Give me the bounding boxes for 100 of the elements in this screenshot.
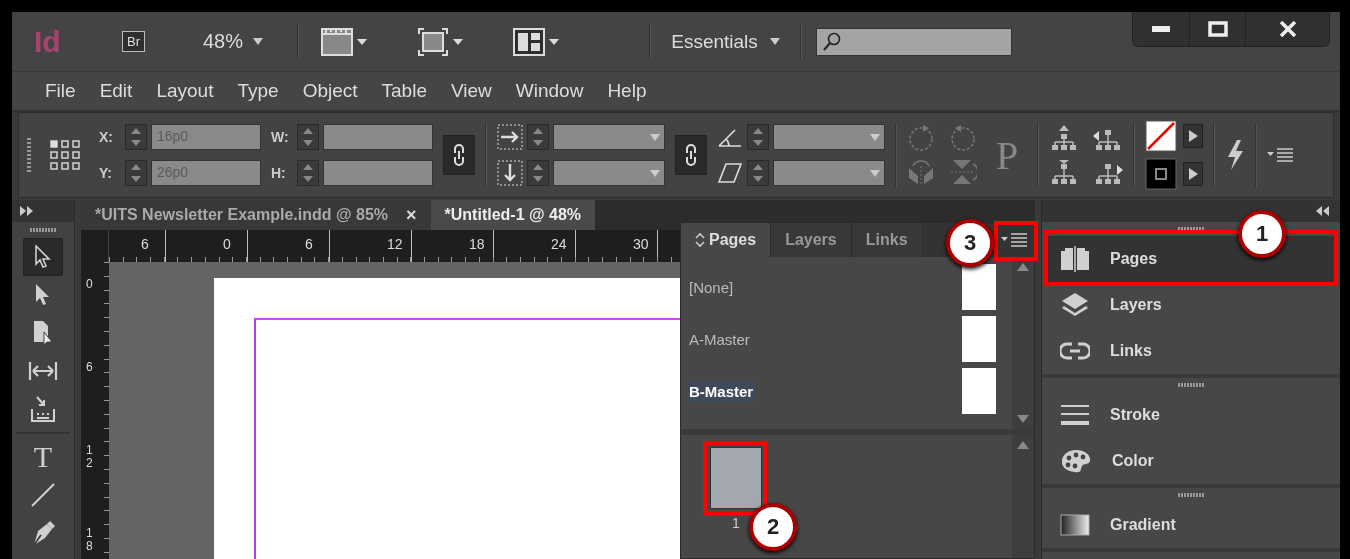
- stroke-menu-button[interactable]: [1183, 162, 1204, 186]
- field-label: X:: [99, 129, 114, 145]
- layout-grid-dropdown-icon[interactable]: [513, 26, 560, 57]
- panel-tab[interactable]: Links: [851, 223, 923, 257]
- selection-arrow-icon: [34, 245, 52, 269]
- type-tool-icon: T: [33, 440, 53, 474]
- constrain-button[interactable]: [443, 135, 475, 175]
- close-icon: [1278, 21, 1297, 37]
- page-tool-icon: [32, 320, 54, 346]
- stepper-control[interactable]: [527, 124, 549, 150]
- tool-button[interactable]: T: [23, 438, 63, 476]
- menu-item[interactable]: Layout: [144, 80, 226, 102]
- menu-item[interactable]: Edit: [87, 80, 145, 102]
- close-tab-button[interactable]: ×: [406, 204, 417, 226]
- tool-button[interactable]: [23, 238, 63, 276]
- panel-menu-icon[interactable]: [1267, 147, 1294, 163]
- ruler-label: 6: [141, 236, 149, 252]
- document-tab[interactable]: *Untitled-1 @ 48%: [430, 200, 596, 230]
- stepper-control[interactable]: [125, 160, 147, 186]
- fill-none-swatch-icon[interactable]: [1145, 120, 1178, 152]
- ruler-label: 30: [633, 236, 649, 252]
- ruler-view-dropdown-icon[interactable]: [321, 26, 368, 57]
- master-name: B-Master: [687, 380, 756, 402]
- rotation-dropdown[interactable]: [773, 124, 885, 150]
- zoom-dropdown[interactable]: 48%: [203, 30, 264, 53]
- screen-mode-dropdown-icon[interactable]: [417, 26, 464, 57]
- dock-panel-button[interactable]: Links: [1046, 328, 1336, 374]
- search-field[interactable]: [815, 27, 1012, 56]
- minimize-button[interactable]: [1133, 12, 1189, 46]
- menu-item[interactable]: View: [438, 80, 504, 102]
- panel-gripper[interactable]: [27, 138, 31, 172]
- field-label: W:: [271, 129, 290, 145]
- panel-gripper[interactable]: [1178, 227, 1204, 231]
- caret-icon: [650, 133, 660, 141]
- constrain-button[interactable]: [675, 135, 707, 175]
- fill-menu-button[interactable]: [1183, 124, 1204, 148]
- dock-panel-button[interactable]: Stroke: [1046, 392, 1336, 438]
- scale-height-icon: [497, 160, 523, 186]
- size-field[interactable]: [323, 124, 433, 150]
- ruler-label: 18: [85, 527, 94, 556]
- panel-gripper[interactable]: [1178, 493, 1204, 497]
- scroll-up-icon: [1017, 441, 1029, 449]
- page-thumbnail[interactable]: [710, 447, 762, 509]
- proxy-icon: P: [987, 130, 1028, 180]
- scrollbar[interactable]: [1012, 435, 1034, 558]
- expand-arrows-icon[interactable]: [20, 206, 34, 216]
- ruler-label: 6: [305, 236, 313, 252]
- caret-icon: [253, 38, 264, 45]
- master-row[interactable]: B-Master: [681, 365, 1012, 417]
- dock-panel-button[interactable]: Layers: [1046, 282, 1336, 328]
- gap-tool-icon: [28, 360, 58, 382]
- document-tab[interactable]: *UITS Newsletter Example.indd @ 85% ×: [81, 200, 431, 230]
- size-field[interactable]: [323, 160, 433, 186]
- line-tool-icon: [30, 482, 56, 508]
- menu-item[interactable]: Help: [595, 80, 659, 102]
- maximize-button[interactable]: [1189, 12, 1245, 46]
- workspace-dropdown[interactable]: Essentials: [665, 29, 786, 54]
- stepper-control[interactable]: [297, 124, 319, 150]
- shear-dropdown[interactable]: [773, 160, 885, 186]
- panel-tab[interactable]: Layers: [771, 223, 852, 257]
- palette-icon: [1060, 448, 1092, 474]
- dock-panel-button[interactable]: Color: [1046, 438, 1336, 484]
- menu-item[interactable]: Object: [290, 80, 370, 102]
- gradient-swatch-icon: [1060, 514, 1090, 536]
- dock-panel-button[interactable]: Gradient: [1046, 502, 1336, 548]
- master-thumbnail: [962, 368, 996, 414]
- lightning-icon[interactable]: [1225, 139, 1246, 171]
- panel-tab[interactable]: Pages: [681, 223, 772, 257]
- panel-gripper[interactable]: [30, 228, 56, 232]
- menu-item[interactable]: Table: [369, 80, 439, 102]
- bridge-button[interactable]: Br: [122, 31, 145, 52]
- layers-icon: [1060, 292, 1090, 318]
- minimize-icon: [1152, 26, 1170, 32]
- reference-point-icon[interactable]: [49, 139, 81, 171]
- play-arrow-icon: [1188, 130, 1198, 142]
- ruler-label: 18: [469, 236, 485, 252]
- master-name: [None]: [688, 277, 735, 298]
- ruler-label: 0: [85, 278, 94, 293]
- menu-item[interactable]: File: [33, 80, 88, 102]
- field-label: H:: [271, 165, 287, 181]
- collapse-arrows-icon[interactable]: [1316, 206, 1330, 216]
- menu-item[interactable]: Type: [225, 80, 291, 102]
- stroke-swatch-icon[interactable]: [1145, 158, 1178, 190]
- menu-item[interactable]: Window: [503, 80, 596, 102]
- stepper-control[interactable]: [297, 160, 319, 186]
- scale-dropdown[interactable]: [553, 124, 665, 150]
- chain-link-icon: [453, 144, 465, 166]
- master-row[interactable]: A-Master: [681, 313, 1012, 365]
- stepper-control[interactable]: [125, 124, 147, 150]
- scale-dropdown[interactable]: [553, 160, 665, 186]
- scale-width-icon: [497, 124, 523, 150]
- panel-gripper[interactable]: [1178, 383, 1204, 387]
- stepper-control[interactable]: [747, 124, 769, 150]
- step-badge: 2: [749, 503, 797, 551]
- stepper-control[interactable]: [747, 160, 769, 186]
- page-number: 1: [732, 515, 740, 531]
- field-label: Y:: [99, 165, 113, 181]
- caret-icon: [650, 169, 660, 177]
- stepper-control[interactable]: [527, 160, 549, 186]
- close-button[interactable]: [1245, 12, 1329, 46]
